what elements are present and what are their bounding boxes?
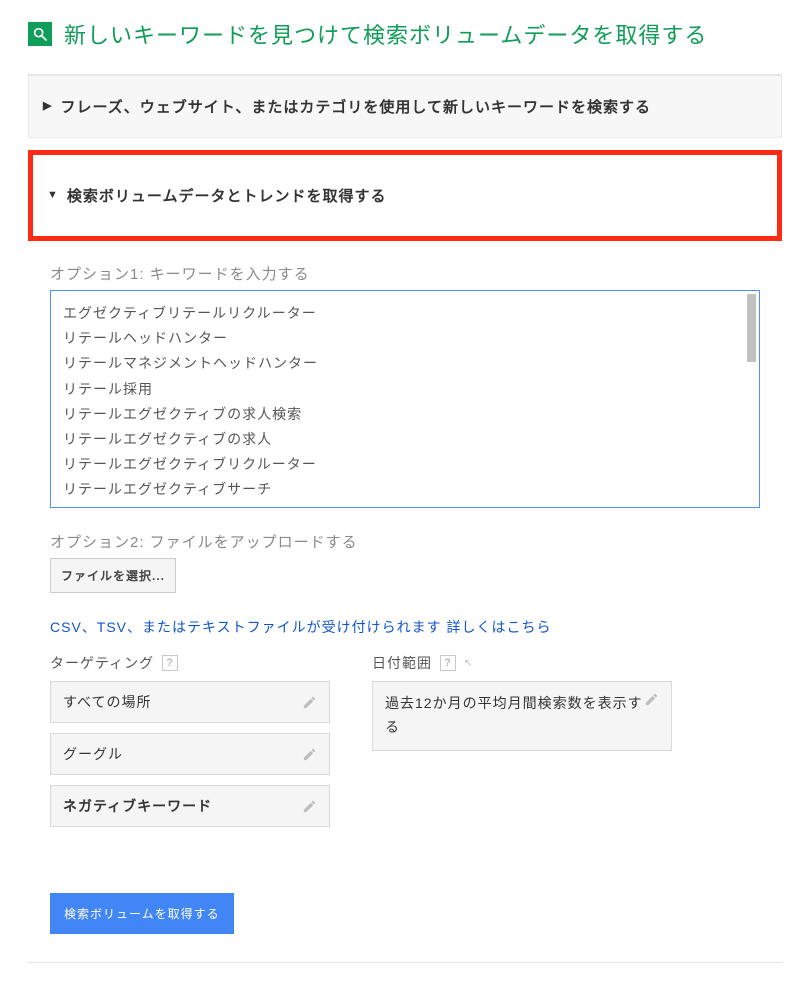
pencil-icon [302, 695, 317, 710]
accordion-body: オプション1: キーワードを入力する オプション2: ファイルをアップロードする… [28, 241, 782, 962]
daterange-value: 過去12か月の平均月間検索数を表示する [385, 692, 644, 740]
file-hint-text: CSV、TSV、またはテキストファイルが受け付けられます [50, 619, 446, 635]
pencil-icon [302, 747, 317, 762]
pencil-icon [302, 799, 317, 814]
chevron-right-icon: ▶ [43, 101, 52, 112]
targeting-negative-keywords[interactable]: ネガティブキーワード [50, 785, 330, 827]
accordion-search-volume-label: 検索ボリュームデータとトレンドを取得する [67, 185, 387, 206]
learn-more-link[interactable]: 詳しくはこちら [446, 619, 551, 635]
get-search-volume-button[interactable]: 検索ボリュームを取得する [50, 893, 234, 934]
scrollbar[interactable] [747, 294, 756, 509]
help-icon[interactable]: ? [440, 655, 456, 671]
search-icon [28, 22, 52, 46]
option2-label: オプション2: ファイルをアップロードする [50, 531, 760, 552]
targeting-header: ターゲティング [50, 653, 154, 673]
accordion-find-keywords-label: フレーズ、ウェブサイト、またはカテゴリを使用して新しいキーワードを検索する [60, 96, 651, 117]
chevron-down-icon: ▼ [47, 190, 59, 201]
daterange-selector[interactable]: 過去12か月の平均月間検索数を表示する [372, 681, 672, 751]
daterange-header: 日付範囲 [372, 653, 432, 673]
planner-card: ▶ フレーズ、ウェブサイト、またはカテゴリを使用して新しいキーワードを検索する … [28, 74, 782, 963]
keyword-textarea[interactable] [50, 290, 760, 508]
choose-file-button[interactable]: ファイルを選択... [50, 558, 176, 593]
option1-label: オプション1: キーワードを入力する [50, 263, 760, 284]
targeting-network[interactable]: グーグル [50, 733, 330, 775]
help-icon[interactable]: ? [162, 655, 178, 671]
targeting-negative-label: ネガティブキーワード [63, 796, 212, 816]
page-title-row: 新しいキーワードを見つけて検索ボリュームデータを取得する [28, 18, 782, 50]
targeting-location-label: すべての場所 [63, 692, 151, 712]
page-title: 新しいキーワードを見つけて検索ボリュームデータを取得する [64, 18, 707, 50]
file-hint: CSV、TSV、またはテキストファイルが受け付けられます 詳しくはこちら [50, 617, 760, 637]
targeting-location[interactable]: すべての場所 [50, 681, 330, 723]
cursor-icon: ↖ [464, 658, 473, 669]
scrollbar-thumb[interactable] [747, 294, 756, 362]
pencil-icon [644, 692, 659, 707]
accordion-search-volume[interactable]: ▼ 検索ボリュームデータとトレンドを取得する [28, 150, 782, 241]
targeting-network-label: グーグル [63, 744, 123, 764]
accordion-find-keywords[interactable]: ▶ フレーズ、ウェブサイト、またはカテゴリを使用して新しいキーワードを検索する [28, 75, 782, 138]
